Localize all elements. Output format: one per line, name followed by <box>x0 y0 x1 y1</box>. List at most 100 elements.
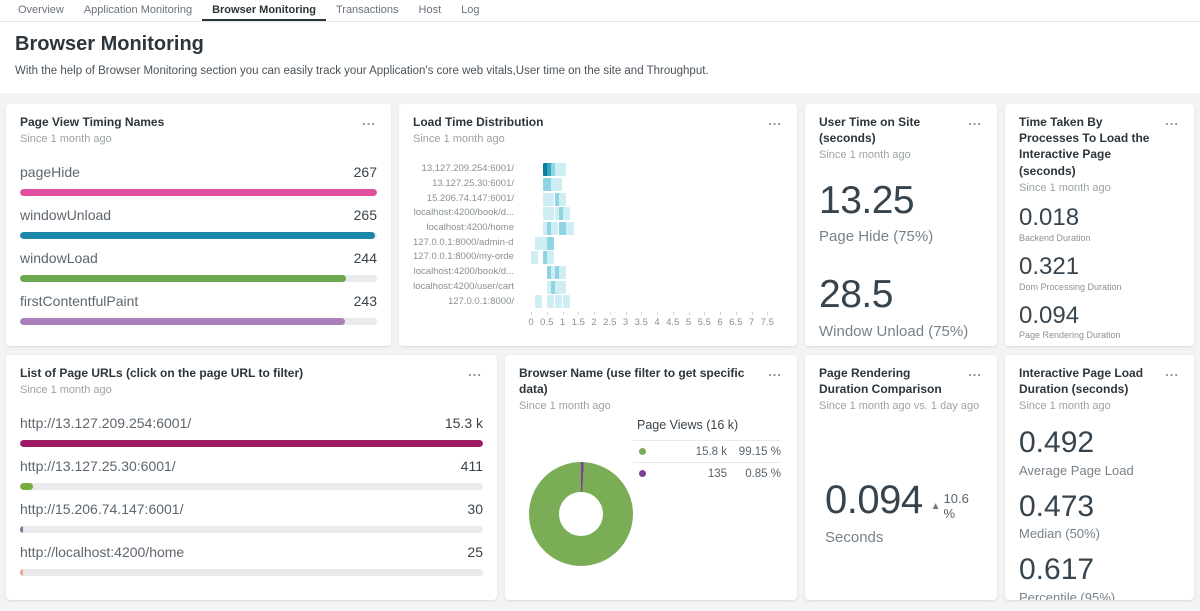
stat-value: 13.25 <box>819 180 983 222</box>
heatmap-row-label: 13.127.209.254:6001/ <box>413 162 514 177</box>
load-time-heatmap: 13.127.209.254:6001/13.127.25.30:6001/15… <box>413 162 783 329</box>
page-urls-bar-chart: http://13.127.209.254:6001/15.3 khttp://… <box>20 415 483 576</box>
top-nav: OverviewApplication MonitoringBrowser Mo… <box>0 0 1200 22</box>
heatmap-row-label: 13.127.25.30:6001/ <box>413 177 514 192</box>
legend-value: 135 <box>652 468 727 480</box>
stat-label: Window Unload (75%) <box>819 323 983 340</box>
bar-row-head: windowLoad244 <box>20 250 377 266</box>
stat-value: 0.094 <box>825 480 923 520</box>
bar-fill <box>20 483 33 490</box>
bar-row-head: http://13.127.209.254:6001/15.3 k <box>20 415 483 431</box>
heatmap-cell <box>555 178 562 191</box>
axis-tick-label: 5.5 <box>698 317 711 328</box>
stat-group: 28.5Window Unload (75%) <box>819 274 983 339</box>
bar-value: 25 <box>467 544 483 560</box>
legend-dot <box>639 448 646 455</box>
axis-tick-label: 3.5 <box>635 317 648 328</box>
bar-row[interactable]: http://localhost:4200/home25 <box>20 544 483 576</box>
tab-transactions[interactable]: Transactions <box>326 0 409 21</box>
card-menu-icon[interactable]: ... <box>1164 114 1180 128</box>
tab-browser-monitoring[interactable]: Browser Monitoring <box>202 0 326 21</box>
stat-value: 0.617 <box>1019 554 1180 586</box>
tab-host[interactable]: Host <box>409 0 452 21</box>
heatmap-cell <box>551 222 558 235</box>
bar-value: 244 <box>354 250 377 266</box>
card-title: Time Taken By Processes To Load the Inte… <box>1019 114 1164 179</box>
stat-value: 0.473 <box>1019 491 1180 523</box>
bar-fill <box>20 232 375 239</box>
heatmap-row-labels: 13.127.209.254:6001/13.127.25.30:6001/15… <box>413 162 521 329</box>
trend-percent: 10.6 % <box>944 491 983 521</box>
legend-row[interactable]: 1350.85 % <box>633 462 781 484</box>
bar-label: http://13.127.209.254:6001/ <box>20 415 191 431</box>
stat-group: 0.492Average Page Load <box>1019 427 1180 477</box>
bar-track <box>20 318 377 325</box>
stat-group: 0.018Backend Duration <box>1019 205 1180 243</box>
stat-label: Seconds <box>825 529 983 546</box>
browser-donut-chart[interactable] <box>529 462 633 566</box>
stat-group: 0.617Percentile (95%) <box>1019 554 1180 600</box>
card-menu-icon[interactable]: ... <box>361 114 377 128</box>
card-menu-icon[interactable]: ... <box>767 114 783 128</box>
card-menu-icon[interactable]: ... <box>1164 365 1180 379</box>
tab-application-monitoring[interactable]: Application Monitoring <box>74 0 202 21</box>
bar-value: 265 <box>354 207 377 223</box>
bar-row-head: pageHide267 <box>20 164 377 180</box>
stat-value: 0.094 <box>1019 303 1180 329</box>
card-title: Interactive Page Load Duration (seconds) <box>1019 365 1164 397</box>
card-subtitle: Since 1 month ago <box>20 384 483 396</box>
bar-row[interactable]: http://15.206.74.147:6001/30 <box>20 501 483 533</box>
bar-value: 267 <box>354 164 377 180</box>
dashboard-board: Page View Timing Names ... Since 1 month… <box>0 93 1200 600</box>
interactive-load-billboard: 0.492Average Page Load0.473Median (50%)0… <box>1019 427 1180 600</box>
bar-row[interactable]: firstContentfulPaint243 <box>20 293 377 325</box>
bar-row[interactable]: windowLoad244 <box>20 250 377 282</box>
axis-tick-mark <box>531 312 532 315</box>
bar-track <box>20 232 377 239</box>
card-load-time-distribution: Load Time Distribution ... Since 1 month… <box>399 104 797 346</box>
card-menu-icon[interactable]: ... <box>967 365 983 379</box>
card-subtitle: Since 1 month ago <box>1019 182 1180 194</box>
heatmap-plot <box>521 162 783 309</box>
heatmap-row-label: 127.0.0.1:8000/admin-d... <box>413 236 514 251</box>
bar-value: 15.3 k <box>445 415 483 431</box>
bar-fill <box>20 275 346 282</box>
card-menu-icon[interactable]: ... <box>467 365 483 379</box>
card-subtitle: Since 1 month ago <box>819 149 983 161</box>
stat-value: 0.018 <box>1019 205 1180 231</box>
legend-percent: 99.15 % <box>727 446 781 458</box>
bar-row[interactable]: pageHide267 <box>20 164 377 196</box>
card-menu-icon[interactable]: ... <box>767 365 783 379</box>
heatmap-row-label: 127.0.0.1:8000/my-order <box>413 250 514 265</box>
bar-fill <box>20 318 345 325</box>
bar-row-head: firstContentfulPaint243 <box>20 293 377 309</box>
stat-group: 13.25Page Hide (75%) <box>819 180 983 245</box>
card-title: User Time on Site (seconds) <box>819 114 967 146</box>
bar-row[interactable]: windowUnload265 <box>20 207 377 239</box>
user-time-billboard: 13.25Page Hide (75%) 28.5Window Unload (7… <box>819 180 983 339</box>
axis-tick-label: 2.5 <box>603 317 616 328</box>
heatmap-cell <box>563 207 570 220</box>
axis-tick-label: 3 <box>623 317 628 328</box>
bar-row-head: http://localhost:4200/home25 <box>20 544 483 560</box>
axis-tick-mark <box>689 312 690 315</box>
axis-tick-mark <box>657 312 658 315</box>
tab-log[interactable]: Log <box>451 0 489 21</box>
axis-tick-label: 0.5 <box>540 317 553 328</box>
card-rendering-comparison: Page Rendering Duration Comparison ... S… <box>805 355 997 600</box>
bar-row[interactable]: http://13.127.209.254:6001/15.3 k <box>20 415 483 447</box>
stat-value: 0.321 <box>1019 254 1180 280</box>
axis-tick-label: 4.5 <box>666 317 679 328</box>
stat-group: 0.473Median (50%) <box>1019 491 1180 541</box>
heatmap-cell <box>535 295 542 308</box>
bar-row[interactable]: http://13.127.25.30:6001/411 <box>20 458 483 490</box>
card-title: List of Page URLs (click on the page URL… <box>20 365 467 381</box>
tab-overview[interactable]: Overview <box>8 0 74 21</box>
bar-value: 30 <box>467 501 483 517</box>
axis-tick-label: 7.5 <box>761 317 774 328</box>
dashboard-row-2: List of Page URLs (click on the page URL… <box>6 355 1194 600</box>
card-menu-icon[interactable]: ... <box>967 114 983 128</box>
heatmap-cell <box>555 295 562 308</box>
legend-row[interactable]: 15.8 k99.15 % <box>633 440 781 462</box>
card-subtitle: Since 1 month ago <box>20 133 377 145</box>
